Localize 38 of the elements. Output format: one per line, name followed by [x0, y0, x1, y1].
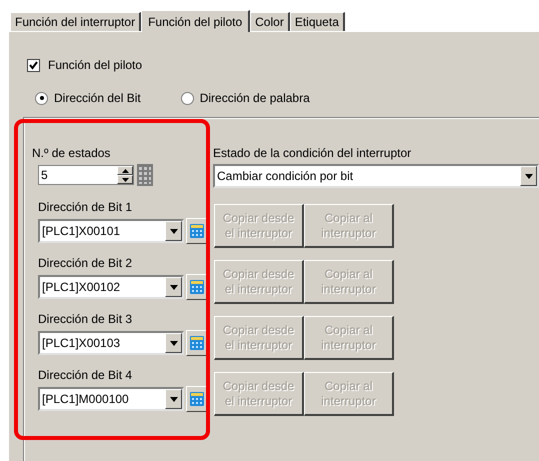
dropdown-arrow-icon[interactable]: [170, 228, 178, 234]
address-dropdown[interactable]: [PLC1]X00102: [38, 275, 184, 299]
radio-label: Dirección de palabra: [200, 91, 310, 105]
field-label: Dirección de Bit 1: [38, 200, 134, 214]
address-dropdown[interactable]: [PLC1]X00103: [38, 331, 184, 355]
tab[interactable]: Etiqueta: [290, 12, 345, 31]
dropdown-arrow-icon[interactable]: [170, 396, 178, 402]
dropdown[interactable]: Cambiar condición por bit: [213, 164, 539, 188]
calculator-icon: [190, 280, 204, 294]
tab[interactable]: Función del interruptor: [10, 12, 142, 31]
calculator-icon: [190, 392, 204, 406]
address-input-button[interactable]: [186, 218, 208, 244]
dropdown-arrow-icon[interactable]: [170, 340, 178, 346]
checkbox[interactable]: [27, 58, 40, 72]
down-arrow-icon[interactable]: [122, 178, 128, 182]
calculator-icon: [190, 224, 204, 238]
field-label: Dirección de Bit 2: [38, 256, 134, 270]
radio-button[interactable]: [35, 92, 48, 104]
tab[interactable]: Función del piloto: [141, 10, 250, 32]
radio-label: Dirección del Bit: [54, 91, 141, 105]
radio-button[interactable]: [180, 92, 194, 104]
field-label: Dirección de Bit 4: [38, 368, 134, 382]
field-label: Estado de la condición del interruptor: [213, 146, 412, 160]
field-label: N.º de estados: [32, 146, 112, 160]
address-input-button[interactable]: [186, 330, 208, 356]
checkbox-label: Función del piloto: [48, 58, 142, 72]
address-dropdown[interactable]: [PLC1]M000100: [38, 387, 184, 411]
address-input-button[interactable]: [186, 274, 208, 300]
number-field[interactable]: 5: [38, 165, 134, 185]
up-arrow-icon[interactable]: [122, 168, 128, 172]
dropdown-arrow-icon[interactable]: [524, 174, 532, 178]
keypad-icon[interactable]: [137, 164, 153, 186]
field-label: Dirección de Bit 3: [38, 312, 134, 326]
tab[interactable]: Color: [250, 12, 290, 31]
calculator-icon: [190, 336, 204, 350]
address-input-button[interactable]: [186, 386, 208, 412]
address-dropdown[interactable]: [PLC1]X00101: [38, 219, 184, 243]
dropdown-arrow-icon[interactable]: [170, 284, 178, 290]
